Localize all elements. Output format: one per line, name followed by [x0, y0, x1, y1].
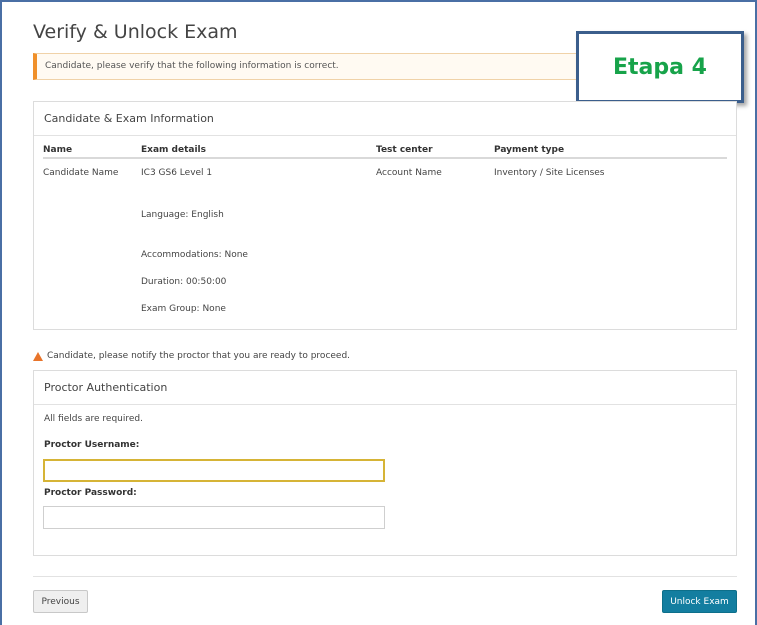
candidate-exam-panel: Candidate & Exam Information Name Exam d… [33, 101, 737, 330]
column-header-test-center: Test center [376, 145, 433, 155]
exam-duration: Duration: 00:50:00 [141, 277, 227, 287]
test-center: Account Name [376, 168, 442, 178]
exam-language: Language: English [141, 210, 224, 220]
required-note: All fields are required. [44, 414, 143, 424]
password-label: Proctor Password: [44, 488, 137, 498]
username-label: Proctor Username: [44, 440, 140, 450]
page-title: Verify & Unlock Exam [33, 21, 238, 43]
warning-icon [33, 351, 43, 361]
app-frame: Verify & Unlock Exam Candidate, please v… [0, 0, 757, 625]
previous-button[interactable]: Previous [33, 590, 88, 613]
step-overlay: Etapa 4 [576, 31, 744, 103]
exam-name: IC3 GS6 Level 1 [141, 168, 213, 178]
proctor-notice: Candidate, please notify the proctor tha… [33, 351, 350, 361]
unlock-exam-button[interactable]: Unlock Exam [662, 590, 737, 613]
column-header-exam-details: Exam details [141, 145, 206, 155]
step-overlay-label: Etapa 4 [613, 54, 707, 80]
proctor-authentication-panel: Proctor Authentication All fields are re… [33, 370, 737, 556]
proctor-username-input[interactable] [43, 459, 385, 482]
proctor-password-input[interactable] [43, 506, 385, 529]
panel-title: Candidate & Exam Information [34, 102, 736, 136]
payment-type: Inventory / Site Licenses [494, 168, 605, 178]
exam-group: Exam Group: None [141, 304, 226, 314]
candidate-name: Candidate Name [43, 168, 119, 178]
header-divider [43, 157, 727, 159]
column-header-name: Name [43, 145, 73, 155]
footer-divider [33, 576, 737, 577]
panel-title: Proctor Authentication [34, 371, 736, 405]
column-header-payment-type: Payment type [494, 145, 565, 155]
exam-accommodations: Accommodations: None [141, 250, 248, 260]
proctor-notice-text: Candidate, please notify the proctor tha… [47, 351, 351, 361]
